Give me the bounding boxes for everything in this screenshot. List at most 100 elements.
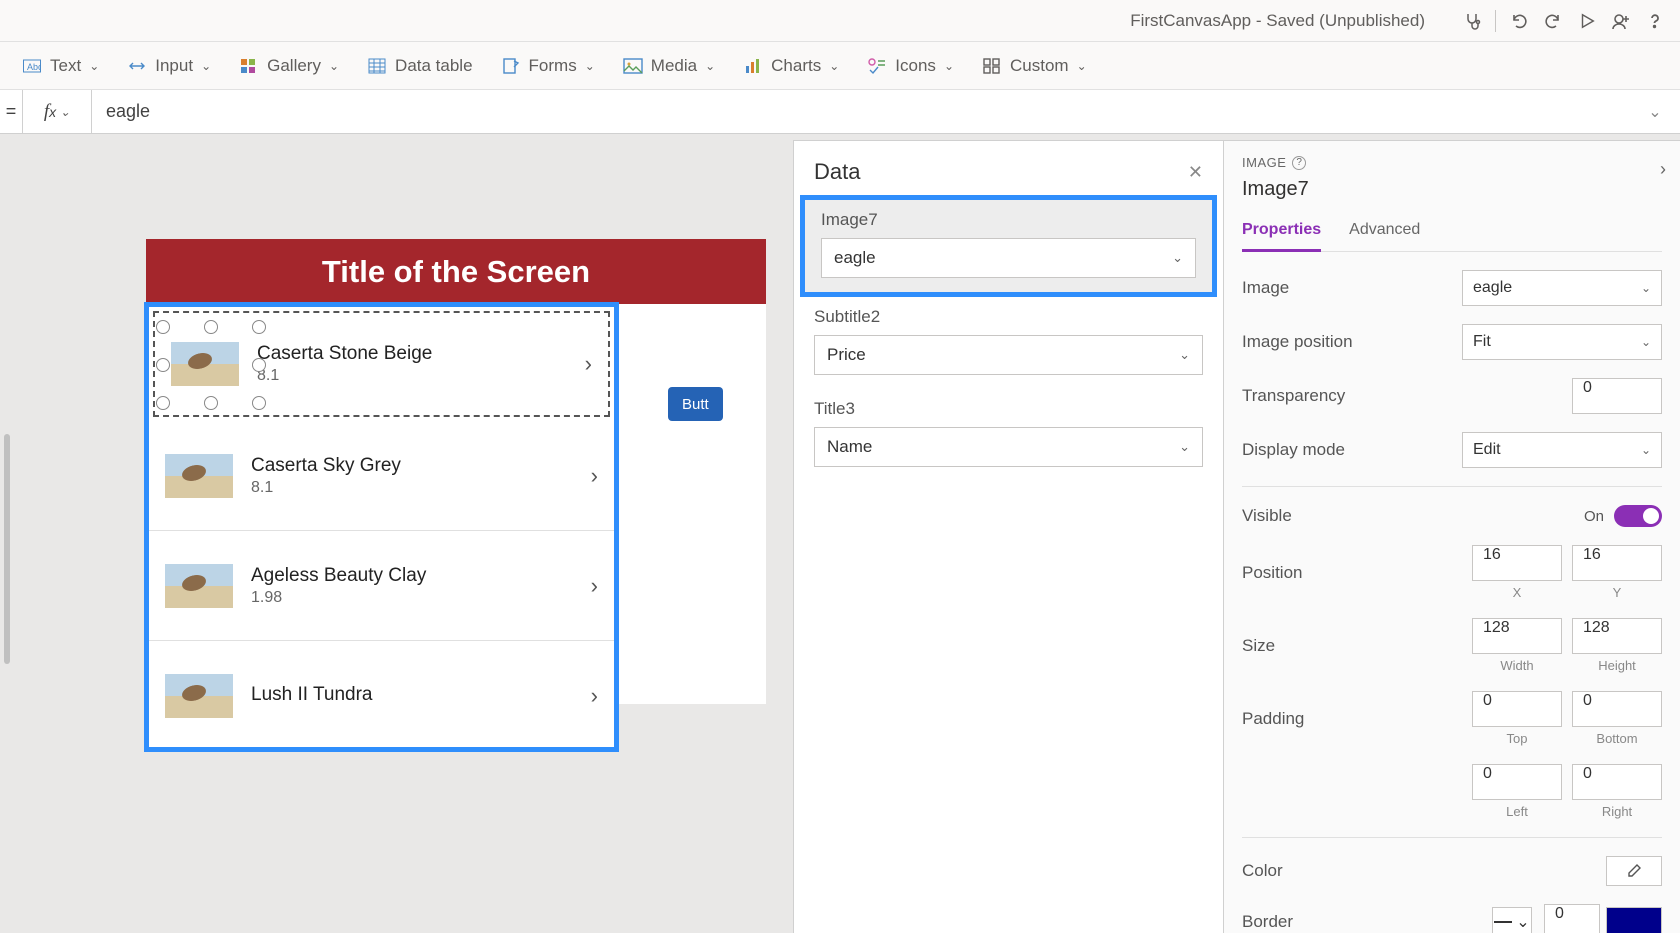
data-field-dropdown[interactable]: Price⌄ bbox=[814, 335, 1203, 375]
gallery-row[interactable]: Caserta Sky Grey 8.1 › bbox=[149, 421, 614, 531]
pad-bottom-input[interactable]: 0 bbox=[1572, 691, 1662, 727]
prop-transparency-input[interactable]: 0 bbox=[1572, 378, 1662, 414]
chevron-down-icon: ⌄ bbox=[1172, 250, 1183, 266]
prop-position-label: Image position bbox=[1242, 332, 1462, 352]
undo-icon[interactable] bbox=[1502, 4, 1536, 38]
gallery-subtitle: 8.1 bbox=[257, 367, 567, 385]
prop-color-label: Color bbox=[1242, 861, 1606, 881]
data-field-image7[interactable]: Image7 eagle⌄ bbox=[800, 195, 1217, 297]
prop-displaymode-select[interactable]: Edit⌄ bbox=[1462, 432, 1662, 468]
data-field-label: Title3 bbox=[814, 399, 1203, 419]
data-field-label: Image7 bbox=[821, 210, 1196, 230]
visible-toggle[interactable] bbox=[1614, 505, 1662, 527]
app-title: FirstCanvasApp - Saved (Unpublished) bbox=[1130, 11, 1425, 31]
charts-icon bbox=[743, 56, 763, 76]
gallery-title: Caserta Stone Beige bbox=[257, 343, 567, 365]
gallery-title: Caserta Sky Grey bbox=[251, 455, 573, 477]
chevron-down-icon: ⌄ bbox=[1641, 335, 1651, 349]
ribbon-media[interactable]: Media⌄ bbox=[623, 56, 715, 76]
data-field-dropdown[interactable]: Name⌄ bbox=[814, 427, 1203, 467]
data-field-title3[interactable]: Title3 Name⌄ bbox=[794, 389, 1223, 481]
pad-top-input[interactable]: 0 bbox=[1472, 691, 1562, 727]
x-label: X bbox=[1513, 585, 1522, 600]
gallery-subtitle: 1.98 bbox=[251, 589, 573, 607]
border-color-picker[interactable] bbox=[1606, 907, 1662, 933]
formula-expand-icon[interactable]: ⌄ bbox=[1640, 102, 1670, 122]
share-icon[interactable] bbox=[1604, 4, 1638, 38]
gallery-row[interactable]: Ageless Beauty Clay 1.98 › bbox=[149, 531, 614, 641]
prop-padding-label: Padding bbox=[1242, 709, 1472, 729]
properties-panel: IMAGE ? ↖ › Image7 Properties Advanced I… bbox=[1223, 140, 1680, 933]
gallery-title: Ageless Beauty Clay bbox=[251, 565, 573, 587]
left-scrollbar[interactable] bbox=[4, 434, 10, 664]
top-label: Top bbox=[1507, 731, 1528, 746]
ribbon-charts[interactable]: Charts⌄ bbox=[743, 56, 839, 76]
gallery-control[interactable]: Caserta Stone Beige 8.1 › Caserta Sky Gre… bbox=[144, 302, 619, 752]
prop-image-select[interactable]: eagle⌄ bbox=[1462, 270, 1662, 306]
chevron-right-icon[interactable]: › bbox=[591, 683, 598, 709]
ribbon-forms[interactable]: Forms⌄ bbox=[501, 56, 595, 76]
chevron-right-icon[interactable]: › bbox=[591, 463, 598, 489]
pos-x-input[interactable]: 16 bbox=[1472, 545, 1562, 581]
prop-border-label: Border bbox=[1242, 912, 1492, 932]
chevron-right-icon[interactable]: › bbox=[591, 573, 598, 599]
forms-icon bbox=[501, 56, 521, 76]
ribbon-icons[interactable]: Icons⌄ bbox=[867, 56, 954, 76]
datatable-icon bbox=[367, 56, 387, 76]
prop-position-select[interactable]: Fit⌄ bbox=[1462, 324, 1662, 360]
prop-size-label: Size bbox=[1242, 636, 1472, 656]
data-panel-title: Data bbox=[814, 159, 1188, 185]
diagnostics-icon[interactable] bbox=[1455, 4, 1489, 38]
help-circle-icon[interactable]: ? bbox=[1292, 156, 1306, 170]
gallery-subtitle: 8.1 bbox=[251, 479, 573, 497]
play-icon[interactable] bbox=[1570, 4, 1604, 38]
data-field-dropdown[interactable]: eagle⌄ bbox=[821, 238, 1196, 278]
bottom-label: Bottom bbox=[1596, 731, 1637, 746]
pad-left-input[interactable]: 0 bbox=[1472, 764, 1562, 800]
gallery-row[interactable]: Caserta Stone Beige 8.1 › bbox=[153, 311, 610, 417]
close-icon[interactable]: ✕ bbox=[1188, 162, 1203, 183]
gallery-image bbox=[165, 674, 233, 718]
insert-ribbon: Abc Text⌄ Input⌄ Gallery⌄ Data table For… bbox=[0, 42, 1680, 90]
redo-icon[interactable] bbox=[1536, 4, 1570, 38]
chevron-down-icon: ⌄ bbox=[1641, 443, 1651, 457]
border-width-input[interactable]: 0 bbox=[1544, 904, 1600, 933]
tab-advanced[interactable]: Advanced bbox=[1349, 215, 1420, 251]
ribbon-input[interactable]: Input⌄ bbox=[127, 56, 211, 76]
prop-displaymode-label: Display mode bbox=[1242, 440, 1462, 460]
pos-y-input[interactable]: 16 bbox=[1572, 545, 1662, 581]
canvas-preview[interactable]: Title of the Screen Caserta Stone Beige8… bbox=[146, 239, 766, 704]
color-picker[interactable] bbox=[1606, 856, 1662, 886]
text-icon: Abc bbox=[22, 56, 42, 76]
data-field-subtitle2[interactable]: Subtitle2 Price⌄ bbox=[794, 297, 1223, 389]
width-label: Width bbox=[1500, 658, 1533, 673]
chevron-right-icon[interactable]: › bbox=[1660, 159, 1666, 180]
ribbon-text[interactable]: Abc Text⌄ bbox=[22, 56, 99, 76]
fx-button[interactable]: fx⌄ bbox=[22, 90, 92, 133]
size-w-input[interactable]: 128 bbox=[1472, 618, 1562, 654]
formula-input[interactable]: eagle bbox=[92, 101, 1640, 122]
ribbon-datatable[interactable]: Data table bbox=[367, 56, 473, 76]
title-bar: FirstCanvasApp - Saved (Unpublished) bbox=[0, 0, 1680, 42]
gallery-image[interactable] bbox=[171, 342, 239, 386]
media-icon bbox=[623, 56, 643, 76]
tab-properties[interactable]: Properties bbox=[1242, 215, 1321, 252]
toggle-value: On bbox=[1584, 508, 1604, 525]
size-h-input[interactable]: 128 bbox=[1572, 618, 1662, 654]
ribbon-gallery[interactable]: Gallery⌄ bbox=[239, 56, 339, 76]
ribbon-custom[interactable]: Custom⌄ bbox=[982, 56, 1087, 76]
prop-visible-label: Visible bbox=[1242, 506, 1584, 526]
chevron-right-icon[interactable]: › bbox=[585, 351, 592, 377]
prop-image-label: Image bbox=[1242, 278, 1462, 298]
prop-pos-label: Position bbox=[1242, 563, 1472, 583]
chevron-down-icon: ⌄ bbox=[1179, 439, 1190, 455]
left-label: Left bbox=[1506, 804, 1528, 819]
data-panel: Data ✕ Image7 eagle⌄ Subtitle2 Price⌄ Ti… bbox=[793, 140, 1223, 933]
custom-icon bbox=[982, 56, 1002, 76]
help-icon[interactable] bbox=[1638, 4, 1672, 38]
border-style-select[interactable]: ⌄ bbox=[1492, 907, 1532, 933]
canvas-button[interactable]: Butt bbox=[668, 387, 723, 421]
chevron-down-icon: ⌄ bbox=[1641, 281, 1651, 295]
gallery-row[interactable]: Lush II Tundra › bbox=[149, 641, 614, 751]
pad-right-input[interactable]: 0 bbox=[1572, 764, 1662, 800]
